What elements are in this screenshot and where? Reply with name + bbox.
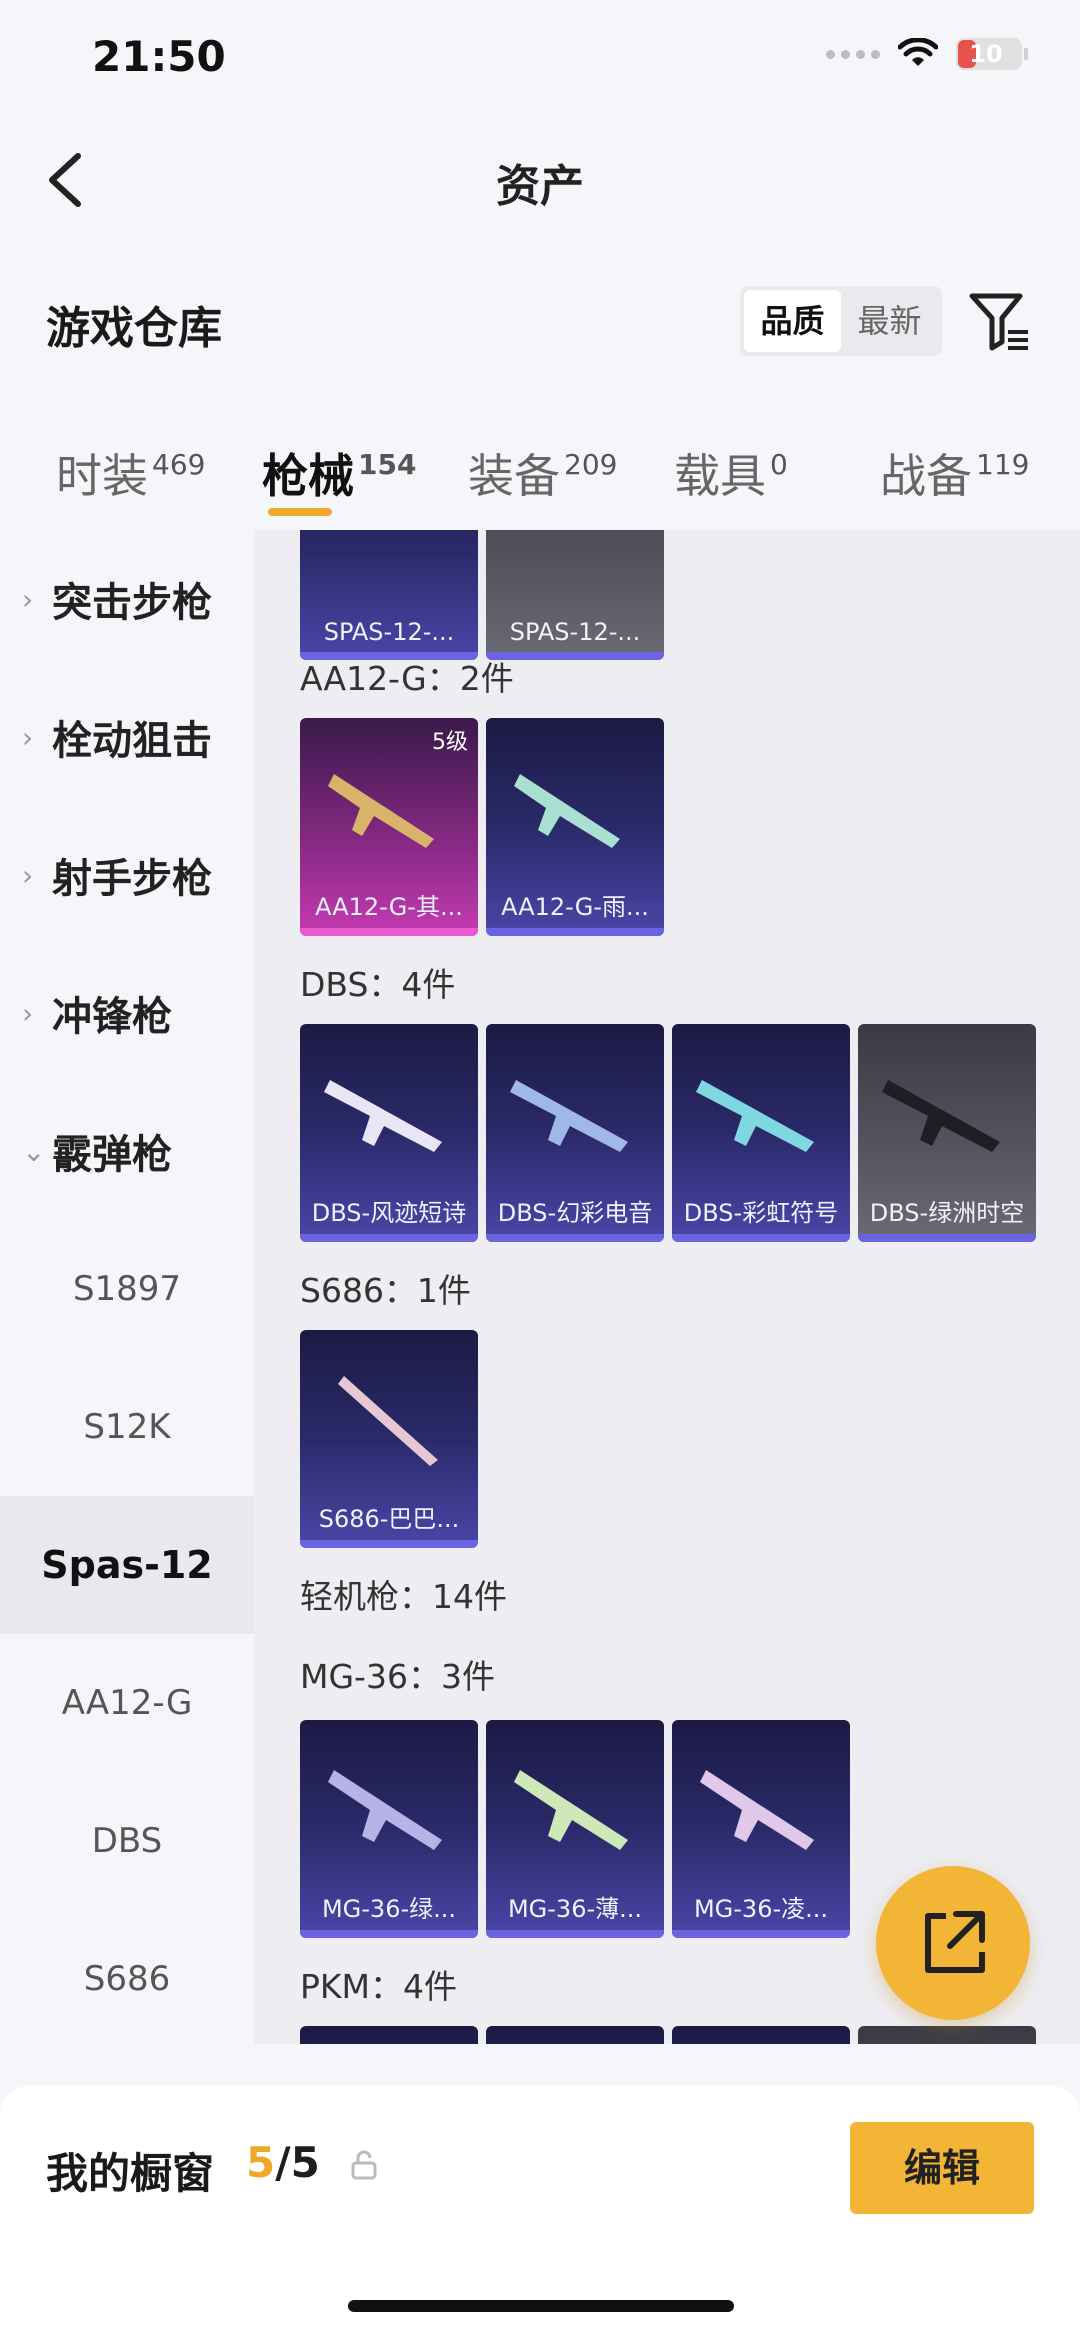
share-icon <box>925 1911 985 1973</box>
chevron-down-icon: ⌄ <box>22 1134 46 1168</box>
chevron-right-icon: › <box>22 720 34 754</box>
group-label-dbs: DBS：4件 <box>300 965 456 1004</box>
status-bar: 21:50 10 <box>0 0 1080 120</box>
group-label-pkm: PKM：4件 <box>300 1967 458 2006</box>
shotgun-icon <box>882 1080 1000 1152</box>
skin-card[interactable]: SPAS-12-... <box>300 530 478 660</box>
tab-vehicles[interactable]: 载具 0 <box>674 440 788 506</box>
weapon-type-sidebar: › 突击步枪 › 栓动狙击 › 射手步枪 › 冲锋枪 ⌄ 霰弹枪 S1897 S12K S… <box>0 530 254 2044</box>
skin-card[interactable]: S686-巴巴... <box>300 1330 478 1548</box>
group-label-lmg: 轻机枪：14件 <box>300 1577 507 1616</box>
tab-fashion[interactable]: 时装 469 <box>56 440 205 506</box>
signal-icon <box>826 49 880 59</box>
sidebar-item-bolt-sniper[interactable]: › 栓动狙击 <box>0 668 254 806</box>
skin-card[interactable]: MG-36-绿... <box>300 1720 478 1938</box>
edit-button[interactable]: 编辑 <box>850 2122 1034 2214</box>
status-icons: 10 <box>826 38 1028 70</box>
sort-toggle: 品质 最新 <box>740 286 942 356</box>
category-tabs: 时装 469 枪械 154 装备 209 载具 0 战备 119 <box>0 420 1080 530</box>
home-indicator <box>348 2300 734 2312</box>
lock-icon <box>351 2150 377 2180</box>
sidebar-subitem-dbs[interactable]: DBS <box>0 1772 254 1910</box>
skin-card[interactable]: MG-36-薄... <box>486 1720 664 1938</box>
shotgun-icon <box>324 1080 442 1152</box>
sort-by-quality[interactable]: 品质 <box>744 290 841 352</box>
sidebar-item-marksman-rifle[interactable]: › 射手步枪 <box>0 806 254 944</box>
weapon-skin-list: SPAS-12-... SPAS-12-... AA12-G：2件 5级 AA1… <box>254 530 1080 2044</box>
chevron-right-icon: › <box>22 858 34 892</box>
chevron-right-icon: › <box>22 996 34 1030</box>
shotgun-icon <box>696 1080 814 1152</box>
rifle-icon <box>514 774 620 848</box>
tab-supplies[interactable]: 战备 119 <box>880 440 1029 506</box>
shotgun-icon <box>338 1376 438 1466</box>
sidebar-item-smg[interactable]: › 冲锋枪 <box>0 944 254 1082</box>
skin-card[interactable] <box>486 2026 664 2044</box>
skin-card[interactable] <box>858 2026 1036 2044</box>
sidebar-subitem-spas12[interactable]: Spas-12 <box>0 1496 254 1634</box>
skin-card[interactable]: SPAS-12-... <box>486 530 664 660</box>
showcase-title: 我的橱窗 <box>46 2149 215 2198</box>
skin-card[interactable]: AA12-G-雨... <box>486 718 664 936</box>
skin-card[interactable]: DBS-幻彩电音 <box>486 1024 664 1242</box>
tab-equipment[interactable]: 装备 209 <box>468 440 617 506</box>
shotgun-icon <box>510 1080 628 1152</box>
skin-card[interactable]: DBS-绿洲时空 <box>858 1024 1036 1242</box>
machine-gun-icon <box>700 1770 814 1850</box>
sidebar-subitem-s12k[interactable]: S12K <box>0 1358 254 1496</box>
wifi-icon <box>898 38 938 66</box>
sidebar-item-shotgun[interactable]: ⌄ 霰弹枪 <box>0 1082 254 1220</box>
sort-by-latest[interactable]: 最新 <box>841 290 938 352</box>
active-tab-indicator <box>268 508 332 516</box>
rifle-icon <box>328 774 434 848</box>
machine-gun-icon <box>514 1770 628 1850</box>
navigation-bar: 资产 <box>0 130 1080 230</box>
sidebar-subitem-aa12g[interactable]: AA12-G <box>0 1634 254 1772</box>
page-title: 资产 <box>496 161 584 212</box>
tab-firearms[interactable]: 枪械 154 <box>262 440 416 506</box>
share-button[interactable] <box>876 1866 1030 2020</box>
group-label-mg36: MG-36：3件 <box>300 1657 495 1696</box>
battery-level: 10 <box>969 40 1003 68</box>
skin-card[interactable] <box>300 2026 478 2044</box>
skin-card[interactable] <box>672 2026 850 2044</box>
battery-icon: 10 <box>956 38 1028 70</box>
sidebar-subitem-s686[interactable]: S686 <box>0 1910 254 2044</box>
skin-card[interactable]: MG-36-凌... <box>672 1720 850 1938</box>
filter-icon[interactable] <box>968 290 1032 354</box>
chevron-right-icon: › <box>22 582 34 616</box>
group-label-aa12g: AA12-G：2件 <box>300 659 514 698</box>
group-label-s686: S686：1件 <box>300 1271 471 1310</box>
status-time: 21:50 <box>92 32 226 81</box>
warehouse-title: 游戏仓库 <box>46 303 222 354</box>
skin-card[interactable]: 5级 AA12-G-其... <box>300 718 478 936</box>
sidebar-item-assault-rifle[interactable]: › 突击步枪 <box>0 530 254 668</box>
machine-gun-icon <box>328 1770 442 1850</box>
skin-card[interactable]: DBS-风迹短诗 <box>300 1024 478 1242</box>
sidebar-subitem-s1897[interactable]: S1897 <box>0 1220 254 1358</box>
skin-card[interactable]: DBS-彩虹符号 <box>672 1024 850 1242</box>
showcase-count: 5/5 <box>246 2138 320 2187</box>
